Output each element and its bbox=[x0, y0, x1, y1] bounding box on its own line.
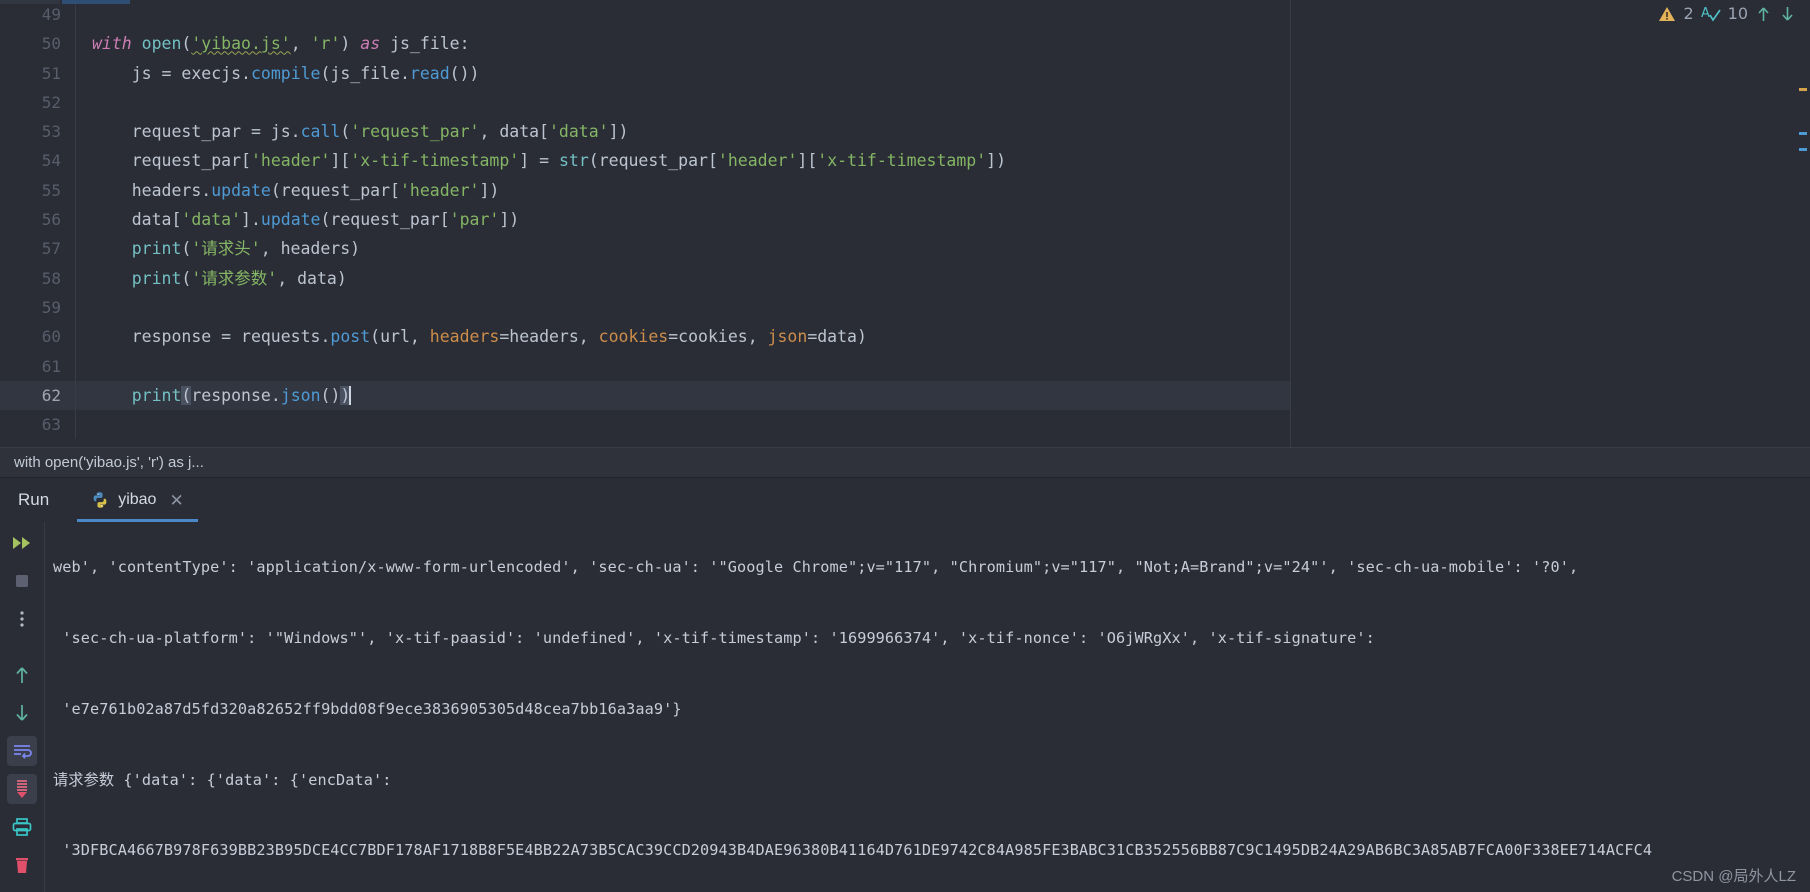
warning-triangle-icon[interactable] bbox=[1658, 5, 1676, 23]
line-content[interactable]: headers.update(request_par['header']) bbox=[76, 176, 1291, 205]
line-number: 49 bbox=[0, 0, 76, 30]
line-number: 58 bbox=[0, 263, 76, 293]
rerun-button[interactable] bbox=[7, 528, 37, 558]
code-line[interactable]: 56 data['data'].update(request_par['par'… bbox=[0, 205, 1291, 235]
trash-icon bbox=[16, 858, 28, 873]
line-number: 52 bbox=[0, 87, 76, 118]
line-content[interactable]: print(response.json()) bbox=[75, 380, 1290, 411]
line-number: 54 bbox=[0, 146, 76, 176]
line-number: 61 bbox=[0, 351, 76, 381]
warning-count: 2 bbox=[1683, 4, 1694, 23]
ide-window: 49 50 with open('yibao.js', 'r') as js_f… bbox=[0, 0, 1810, 892]
fast-forward-icon bbox=[13, 537, 30, 549]
printer-icon bbox=[12, 818, 32, 836]
line-number: 50 bbox=[0, 29, 76, 59]
line-number: 56 bbox=[0, 205, 76, 235]
line-content[interactable]: print('请求头', headers) bbox=[76, 234, 1291, 263]
run-tab-yibao[interactable]: yibao ✕ bbox=[77, 478, 198, 522]
breadcrumb[interactable]: with open('yibao.js', 'r') as j... bbox=[0, 447, 1810, 478]
code-line[interactable]: 52 bbox=[0, 87, 1291, 118]
console-line: web', 'contentType': 'application/x-www-… bbox=[53, 558, 1579, 577]
code-editor-area: 49 50 with open('yibao.js', 'r') as js_f… bbox=[0, 0, 1810, 447]
soft-wrap-icon bbox=[14, 745, 32, 759]
arrow-up-icon[interactable] bbox=[1755, 5, 1772, 23]
line-number: 53 bbox=[0, 117, 76, 147]
code-line[interactable]: 55 headers.update(request_par['header']) bbox=[0, 175, 1291, 206]
line-number: 55 bbox=[0, 175, 76, 206]
code-line[interactable]: 50 with open('yibao.js', 'r') as js_file… bbox=[0, 29, 1291, 59]
line-content[interactable] bbox=[76, 410, 1291, 439]
stop-square-icon bbox=[16, 575, 28, 587]
code-line[interactable]: 57 print('请求头', headers) bbox=[0, 234, 1291, 264]
print-button[interactable] bbox=[7, 812, 37, 842]
more-options-button[interactable] bbox=[7, 604, 37, 634]
line-content[interactable]: with open('yibao.js', 'r') as js_file: bbox=[76, 29, 1291, 58]
code-line[interactable]: 63 bbox=[0, 410, 1291, 440]
arrow-down-icon[interactable] bbox=[1779, 5, 1796, 23]
svg-text:A: A bbox=[1701, 6, 1710, 21]
up-the-stack-trace-button[interactable] bbox=[7, 660, 37, 690]
line-content[interactable]: print('请求参数', data) bbox=[76, 264, 1291, 293]
line-content[interactable] bbox=[76, 0, 1291, 29]
line-number: 60 bbox=[0, 322, 76, 352]
scroll-to-end-icon bbox=[17, 780, 27, 798]
console-line: 请求参数 {'data': {'data': {'encData': bbox=[53, 770, 392, 789]
code-line-current[interactable]: 62 print(response.json()) bbox=[0, 380, 1290, 411]
code-line[interactable]: 51 js = execjs.compile(js_file.read()) bbox=[0, 58, 1291, 88]
code-line[interactable]: 61 bbox=[0, 351, 1291, 381]
watermark: CSDN @局外人LZ bbox=[1671, 868, 1796, 885]
stop-button[interactable] bbox=[7, 566, 37, 596]
console-line: 'sec-ch-ua-platform': '"Windows"', 'x-ti… bbox=[53, 628, 1375, 647]
close-icon[interactable]: ✕ bbox=[169, 492, 183, 509]
spellcheck-count: 10 bbox=[1727, 4, 1748, 23]
line-number: 59 bbox=[0, 292, 76, 323]
line-content[interactable]: data['data'].update(request_par['par']) bbox=[76, 205, 1291, 234]
code-editor[interactable]: 49 50 with open('yibao.js', 'r') as js_f… bbox=[0, 0, 1291, 447]
text-caret bbox=[349, 385, 352, 405]
line-content[interactable]: response = requests.post(url, headers=he… bbox=[76, 322, 1291, 351]
spellcheck-icon[interactable]: A bbox=[1701, 5, 1721, 23]
console-line: 'e7e761b02a87d5fd320a82652ff9bdd08f9ece3… bbox=[53, 699, 682, 718]
line-number: 63 bbox=[0, 410, 76, 440]
code-lines: 49 50 with open('yibao.js', 'r') as js_f… bbox=[0, 0, 1291, 440]
console-text: web', 'contentType': 'application/x-www-… bbox=[53, 522, 1810, 892]
run-tab-label: yibao bbox=[118, 491, 157, 508]
run-tab-bar: Run yibao ✕ bbox=[0, 478, 1810, 522]
run-tool-window: Run yibao ✕ web', 'contentType': 'applic… bbox=[0, 478, 1810, 892]
breadcrumb-text: with open('yibao.js', 'r') as j... bbox=[14, 454, 204, 471]
run-content: web', 'contentType': 'application/x-www-… bbox=[0, 522, 1810, 892]
arrow-down-icon bbox=[16, 705, 28, 721]
more-vertical-icon bbox=[20, 611, 24, 627]
code-line[interactable]: 60 response = requests.post(url, headers… bbox=[0, 322, 1291, 352]
down-the-stack-trace-button[interactable] bbox=[7, 698, 37, 728]
run-console-output[interactable]: web', 'contentType': 'application/x-www-… bbox=[45, 522, 1810, 892]
line-number: 57 bbox=[0, 234, 76, 264]
soft-wrap-button[interactable] bbox=[7, 736, 37, 766]
line-content[interactable]: js = execjs.compile(js_file.read()) bbox=[76, 59, 1291, 88]
scroll-to-end-button[interactable] bbox=[7, 774, 37, 804]
line-content[interactable]: request_par['header']['x-tif-timestamp']… bbox=[76, 146, 1291, 175]
run-side-toolbar bbox=[0, 522, 45, 892]
code-line[interactable]: 58 print('请求参数', data) bbox=[0, 263, 1291, 293]
arrow-up-icon bbox=[16, 667, 28, 683]
line-content[interactable] bbox=[76, 293, 1291, 322]
code-line[interactable]: 53 request_par = js.call('request_par', … bbox=[0, 117, 1291, 147]
console-scrollbar[interactable] bbox=[1798, 522, 1808, 892]
clear-all-button[interactable] bbox=[7, 850, 37, 880]
line-number: 51 bbox=[0, 58, 76, 88]
console-line: '3DFBCA4667B978F639BB23B95DCE4CC7BDF178A… bbox=[53, 841, 1653, 860]
inspection-widget[interactable]: 2 A 10 bbox=[1658, 4, 1796, 23]
line-content[interactable] bbox=[76, 352, 1291, 381]
editor-scrollbar-marks[interactable] bbox=[1798, 30, 1808, 410]
line-number: 62 bbox=[0, 380, 76, 411]
code-line[interactable]: 59 bbox=[0, 292, 1291, 323]
code-line[interactable]: 49 bbox=[0, 0, 1291, 30]
python-file-icon bbox=[93, 492, 107, 508]
line-content[interactable]: request_par = js.call('request_par', dat… bbox=[76, 117, 1291, 146]
editor-right-gap bbox=[1291, 0, 1810, 447]
run-tool-window-title: Run bbox=[18, 490, 50, 509]
line-content[interactable] bbox=[76, 88, 1291, 117]
code-line[interactable]: 54 request_par['header']['x-tif-timestam… bbox=[0, 146, 1291, 176]
